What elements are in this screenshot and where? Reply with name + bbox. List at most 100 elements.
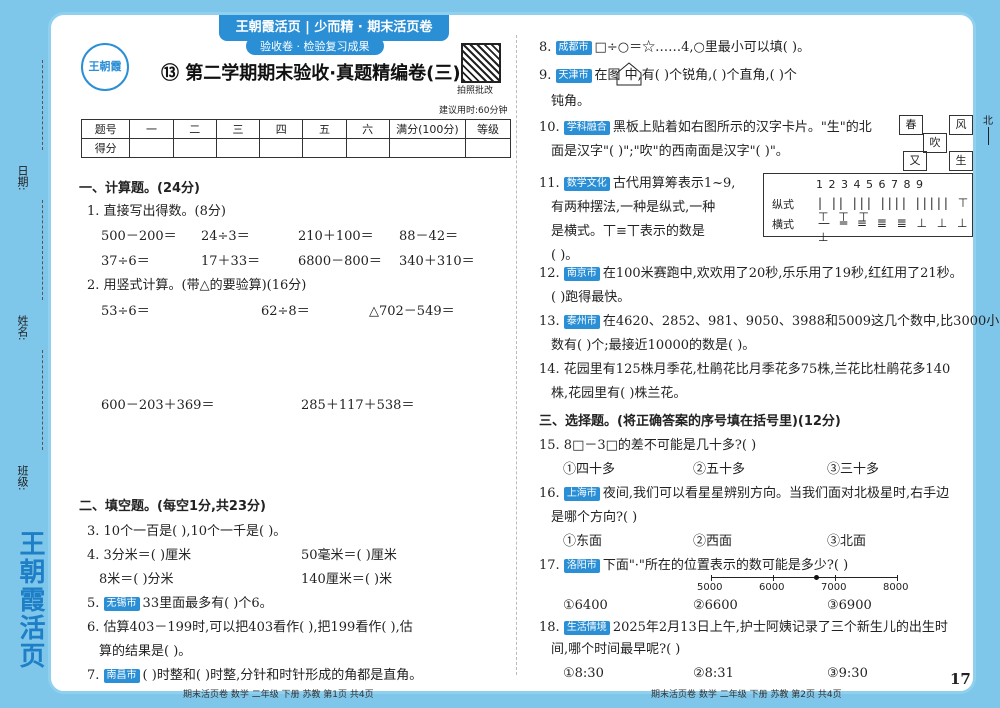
option[interactable]: ③北面 [827, 533, 866, 551]
table-cell: 五 [302, 119, 347, 139]
question-text: 13. 泰州市 在4620、2852、981、9050、3988和5009这几个数… [539, 313, 1000, 331]
question-text: 16. 上海市 夜间,我们可以看星星辨别方向。当我们面对北极星时,右手边 [539, 486, 950, 501]
question-text: 是哪个方向?( ) [551, 510, 638, 525]
question-text: 2. 用竖式计算。(带△的要验算)(16分) [87, 278, 307, 293]
number-line-point [814, 575, 819, 580]
question-body: 黑板上贴着如右图所示的汉字卡片。"生"的北 [612, 120, 872, 135]
number-line-tick [711, 575, 712, 581]
option[interactable]: ①6400 [563, 597, 608, 615]
score-input-cell[interactable] [129, 138, 174, 158]
section-heading: 二、填空题。(每空1分,共23分) [79, 499, 266, 514]
brand-logo-text: 王朝霞活页 [15, 530, 45, 670]
question-text: ( )。 [551, 248, 579, 263]
char-card: 春 [899, 115, 923, 135]
question-text: 18. 生活情境 2025年2月13日上午,护士阿姨记录了三个新生儿的出生时 [539, 620, 948, 635]
section-heading: 三、选择题。(将正确答案的序号填在括号里)(12分) [539, 414, 841, 429]
region-tag: 南京市 [563, 267, 600, 281]
date-label: 日期: [16, 165, 29, 191]
question-text: 8米＝( )分米 [99, 572, 174, 587]
question-body: □÷○＝☆……4,○里最小可以填( )。 [594, 40, 811, 55]
calc-item: 6800－800＝ [298, 254, 382, 269]
score-input-cell[interactable] [345, 138, 390, 158]
option[interactable]: ①8:30 [563, 665, 604, 683]
score-input-cell[interactable] [388, 138, 467, 158]
page-footer: 期末活页卷 数学 二年级 下册 苏教 第1页 共4页 [183, 690, 374, 700]
horizontal-label: 横式 [772, 218, 794, 231]
school-logo-icon: 王朝霞 [81, 43, 129, 91]
question-text: 是横式。丅≡丅表示的数是 [551, 224, 705, 239]
option[interactable]: ②6600 [693, 597, 738, 615]
question-text: 株,花园里有( )株兰花。 [551, 386, 687, 401]
calc-item: 17＋33＝ [201, 254, 261, 269]
option[interactable]: ③6900 [827, 597, 872, 615]
binding-line [42, 60, 44, 150]
question-text: 8. 成都市 □÷○＝☆……4,○里最小可以填( )。 [539, 40, 811, 55]
calc-item: 500－200＝ [101, 229, 177, 244]
paper-sheet: 王朝霞活页 | 少而精 · 期末活页卷 验收卷 · 检验复习成果 王朝霞 ⑬ 第… [48, 12, 1000, 700]
char-card: 又 [903, 151, 927, 171]
score-input-cell[interactable] [172, 138, 217, 158]
question-text: 6. 估算403－199时,可以把403看作( ),把199看作( ),估 [87, 620, 413, 635]
question-text: 3. 10个一百是( ),10个一千是( )。 [87, 524, 287, 539]
question-body: 古代用算筹表示1~9, [612, 176, 736, 191]
calc-item: 88－42＝ [399, 229, 459, 244]
score-input-cell[interactable] [215, 138, 261, 158]
option[interactable]: ②五十多 [693, 461, 745, 479]
question-text: 1. 直接写出得数。(8分) [87, 204, 226, 219]
vertical-label: 纵式 [772, 198, 794, 211]
score-input-cell[interactable] [259, 138, 304, 158]
question-text: 50毫米＝( )厘米 [301, 548, 397, 563]
score-value-row: 得分 [80, 138, 511, 158]
option[interactable]: ③三十多 [827, 461, 879, 479]
option[interactable]: ②8:31 [693, 665, 734, 683]
number-line-label: 8000 [883, 582, 909, 593]
question-text: 12. 南京市 在100米赛跑中,欢欢用了20秒,乐乐用了19秒,红红用了21秒。 [539, 266, 963, 281]
calc-item: 53÷6＝ [101, 304, 150, 319]
char-card: 吹 [923, 133, 947, 153]
suggested-time: 建议用时:60分钟 [439, 106, 508, 116]
option[interactable]: ①东面 [563, 533, 602, 551]
question-body: ( )时整和( )时整,分针和时针形成的角都是直角。 [142, 668, 423, 683]
table-cell: 一 [129, 119, 174, 139]
calc-item: 285＋117＋538＝ [301, 398, 415, 413]
qr-code-icon[interactable] [461, 43, 501, 83]
table-cell: 二 [172, 119, 217, 139]
question-text: 17. 洛阳市 下面"·"所在的位置表示的数可能是多少?( ) [539, 558, 849, 573]
option[interactable]: ②西面 [693, 533, 732, 551]
question-text: 算的结果是( )。 [99, 644, 192, 659]
option[interactable]: ①四十多 [563, 461, 615, 479]
question-body: 下面"·"所在的位置表示的数可能是多少?( ) [602, 558, 849, 573]
char-card: 风 [949, 115, 973, 135]
score-input-cell[interactable] [302, 138, 347, 158]
question-body: 33里面最多有( )个6。 [142, 596, 273, 611]
calc-item: 24÷3＝ [201, 229, 250, 244]
class-label: 班级: [16, 465, 29, 491]
calc-item: 37÷6＝ [101, 254, 150, 269]
question-text: 15. 8□－3□的差不可能是几十多?( ) [539, 438, 757, 453]
score-table: 题号 一 二 三 四 五 六 满分(100分) 等级 得分 [80, 119, 511, 158]
exam-badge: 验收卷 · 检验复习成果 [246, 37, 384, 55]
north-arrow-icon [988, 127, 989, 145]
char-card: 生 [949, 151, 973, 171]
side-strip: 日期: 姓名: 班级: 王朝霞活页 [0, 0, 48, 708]
calc-item: 340＋310＝ [399, 254, 475, 269]
option[interactable]: ③9:30 [827, 665, 868, 683]
region-tag: 泰州市 [563, 315, 600, 329]
number-line-tick [773, 575, 774, 581]
score-input-cell[interactable] [465, 138, 511, 158]
number-line-label: 7000 [821, 582, 847, 593]
page-title: ⑬ 第二学期期末验收·真题精编卷(三) [161, 63, 461, 84]
horizontal-rods-icon: — ═ ≡ ≣ ≣ ⊥ ⊥ ⊥ ⊥ [818, 216, 971, 244]
table-cell: 六 [345, 119, 390, 139]
question-body: 在4620、2852、981、9050、3988和5009这几个数中,比3000… [602, 314, 1000, 329]
table-cell: 得分 [80, 138, 131, 158]
binding-line [42, 350, 44, 450]
region-tag: 学科融合 [563, 121, 610, 135]
number-line: 5000 6000 7000 8000 [697, 575, 908, 593]
table-cell: 四 [259, 119, 304, 139]
question-text: 7. 南昌市( )时整和( )时整,分针和时针形成的角都是直角。 [87, 668, 423, 683]
number-line-label: 6000 [759, 582, 785, 593]
question-text: 14. 花园里有125株月季花,杜鹃花比月季花多75株,兰花比杜鹃花多140 [539, 362, 951, 377]
question-body: 在100米赛跑中,欢欢用了20秒,乐乐用了19秒,红红用了21秒。 [602, 266, 963, 281]
question-text: ( )跑得最快。 [551, 290, 631, 305]
